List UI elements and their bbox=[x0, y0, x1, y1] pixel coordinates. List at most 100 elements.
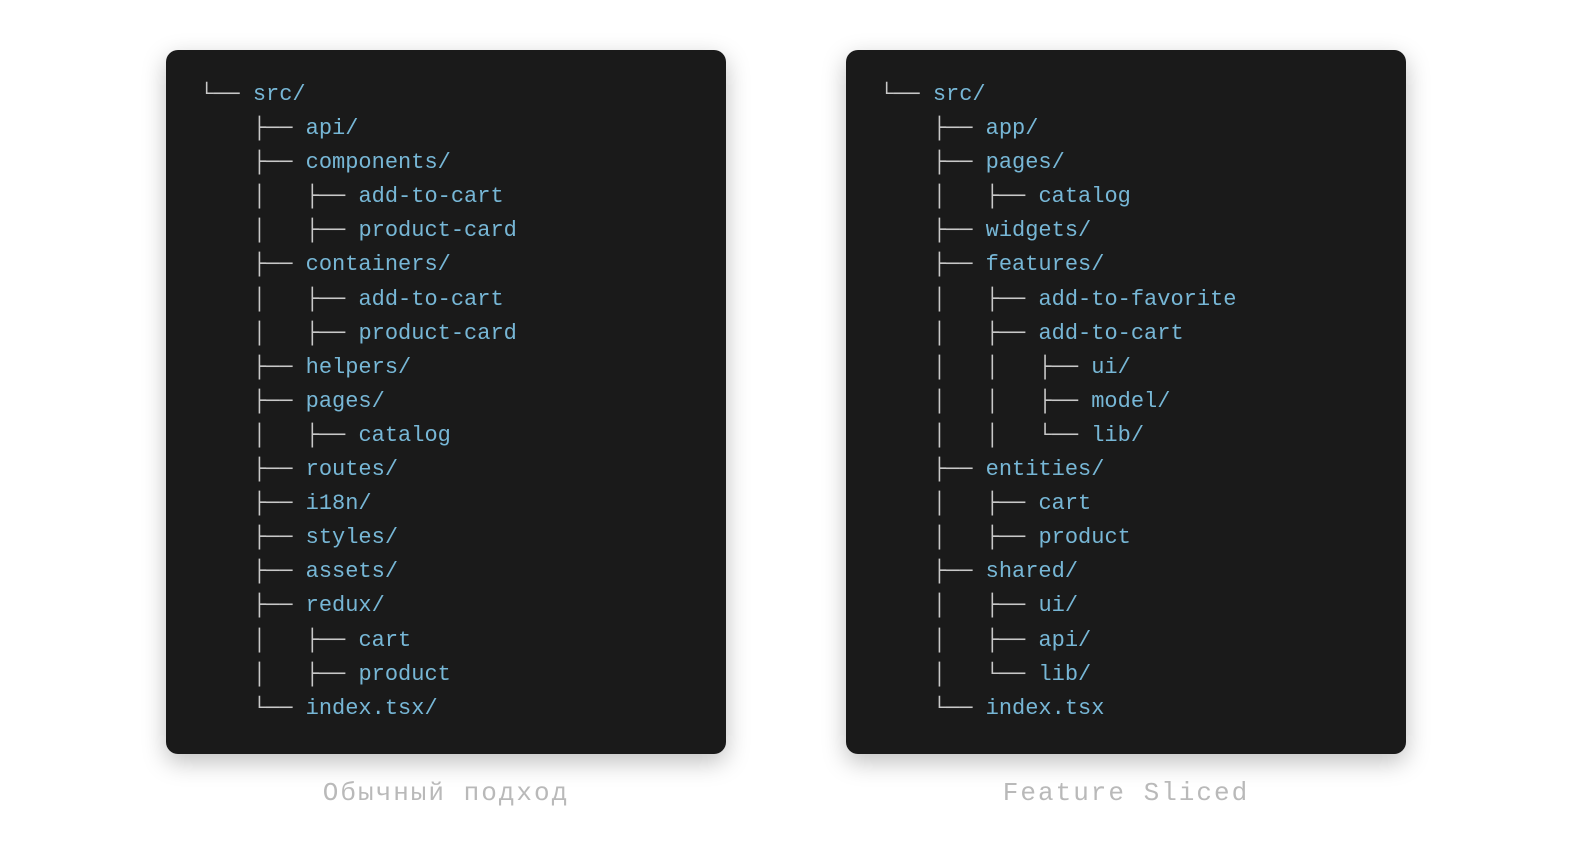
tree-item-name: ui/ bbox=[1091, 355, 1131, 380]
tree-line: │ └── lib/ bbox=[880, 658, 1372, 692]
tree-glyph: │ │ ├── bbox=[880, 389, 1091, 414]
tree-item-name: api/ bbox=[306, 116, 359, 141]
tree-line: └── index.tsx bbox=[880, 692, 1372, 726]
tree-line: ├── app/ bbox=[880, 112, 1372, 146]
tree-glyph: ├── bbox=[880, 559, 986, 584]
tree-glyph: │ ├── bbox=[880, 491, 1038, 516]
tree-glyph: │ ├── bbox=[200, 287, 358, 312]
tree-item-name: src/ bbox=[933, 82, 986, 107]
tree-glyph: │ ├── bbox=[200, 423, 358, 448]
tree-line: ├── api/ bbox=[200, 112, 692, 146]
tree-glyph: ├── bbox=[880, 116, 986, 141]
tree-item-name: lib/ bbox=[1091, 423, 1144, 448]
tree-line: │ ├── cart bbox=[880, 487, 1372, 521]
tree-item-name: styles/ bbox=[306, 525, 398, 550]
tree-item-name: routes/ bbox=[306, 457, 398, 482]
tree-item-name: shared/ bbox=[986, 559, 1078, 584]
tree-glyph: ├── bbox=[200, 593, 306, 618]
tree-line: ├── shared/ bbox=[880, 555, 1372, 589]
tree-glyph: ├── bbox=[880, 150, 986, 175]
tree-line: │ ├── api/ bbox=[880, 624, 1372, 658]
tree-line: ├── helpers/ bbox=[200, 351, 692, 385]
tree-line: │ ├── add-to-cart bbox=[200, 180, 692, 214]
tree-item-name: api/ bbox=[1038, 628, 1091, 653]
tree-item-name: pages/ bbox=[986, 150, 1065, 175]
tree-item-name: components/ bbox=[306, 150, 451, 175]
tree-item-name: index.tsx bbox=[986, 696, 1105, 721]
tree-item-name: cart bbox=[1038, 491, 1091, 516]
tree-item-name: index.tsx/ bbox=[306, 696, 438, 721]
tree-glyph: │ ├── bbox=[880, 628, 1038, 653]
tree-glyph: │ ├── bbox=[200, 184, 358, 209]
tree-line: ├── pages/ bbox=[200, 385, 692, 419]
tree-line: │ ├── add-to-cart bbox=[200, 283, 692, 317]
tree-line: │ ├── add-to-favorite bbox=[880, 283, 1372, 317]
left-tree: └── src/ ├── api/ ├── components/ │ ├── … bbox=[200, 78, 692, 726]
tree-item-name: pages/ bbox=[306, 389, 385, 414]
tree-item-name: product bbox=[358, 662, 450, 687]
tree-item-name: product-card bbox=[358, 321, 516, 346]
tree-glyph: └── bbox=[200, 696, 306, 721]
tree-item-name: catalog bbox=[1038, 184, 1130, 209]
tree-glyph: ├── bbox=[200, 389, 306, 414]
tree-item-name: product bbox=[1038, 525, 1130, 550]
tree-item-name: assets/ bbox=[306, 559, 398, 584]
tree-line: │ ├── cart bbox=[200, 624, 692, 658]
tree-glyph: │ ├── bbox=[200, 321, 358, 346]
tree-glyph: │ ├── bbox=[880, 525, 1038, 550]
tree-line: ├── styles/ bbox=[200, 521, 692, 555]
tree-glyph: ├── bbox=[880, 457, 986, 482]
tree-glyph: ├── bbox=[200, 525, 306, 550]
tree-line: └── src/ bbox=[200, 78, 692, 112]
tree-glyph: │ ├── bbox=[880, 321, 1038, 346]
tree-line: │ ├── catalog bbox=[200, 419, 692, 453]
tree-line: ├── i18n/ bbox=[200, 487, 692, 521]
tree-item-name: add-to-favorite bbox=[1038, 287, 1236, 312]
tree-glyph: ├── bbox=[200, 559, 306, 584]
tree-glyph: │ ├── bbox=[880, 593, 1038, 618]
tree-line: ├── widgets/ bbox=[880, 214, 1372, 248]
tree-line: └── index.tsx/ bbox=[200, 692, 692, 726]
tree-glyph: │ ├── bbox=[200, 662, 358, 687]
tree-glyph: │ │ ├── bbox=[880, 355, 1091, 380]
tree-glyph: ├── bbox=[200, 252, 306, 277]
tree-item-name: cart bbox=[358, 628, 411, 653]
tree-line: ├── assets/ bbox=[200, 555, 692, 589]
tree-glyph: └── bbox=[880, 696, 986, 721]
tree-item-name: redux/ bbox=[306, 593, 385, 618]
tree-line: │ ├── product-card bbox=[200, 214, 692, 248]
tree-item-name: model/ bbox=[1091, 389, 1170, 414]
tree-item-name: app/ bbox=[986, 116, 1039, 141]
tree-item-name: helpers/ bbox=[306, 355, 412, 380]
tree-glyph: └── bbox=[880, 82, 933, 107]
tree-glyph: ├── bbox=[880, 218, 986, 243]
right-caption: Feature Sliced bbox=[1003, 778, 1249, 808]
right-panel: └── src/ ├── app/ ├── pages/ │ ├── catal… bbox=[846, 50, 1406, 754]
tree-item-name: add-to-cart bbox=[1038, 321, 1183, 346]
tree-glyph: ├── bbox=[200, 457, 306, 482]
tree-glyph: │ ├── bbox=[200, 218, 358, 243]
left-panel: └── src/ ├── api/ ├── components/ │ ├── … bbox=[166, 50, 726, 754]
tree-item-name: lib/ bbox=[1038, 662, 1091, 687]
tree-line: │ │ └── lib/ bbox=[880, 419, 1372, 453]
tree-line: │ ├── add-to-cart bbox=[880, 317, 1372, 351]
tree-line: └── src/ bbox=[880, 78, 1372, 112]
tree-item-name: catalog bbox=[358, 423, 450, 448]
right-column: └── src/ ├── app/ ├── pages/ │ ├── catal… bbox=[846, 50, 1406, 808]
tree-line: ├── redux/ bbox=[200, 589, 692, 623]
tree-line: │ ├── product bbox=[880, 521, 1372, 555]
tree-item-name: ui/ bbox=[1038, 593, 1078, 618]
tree-line: │ ├── product-card bbox=[200, 317, 692, 351]
tree-glyph: ├── bbox=[200, 150, 306, 175]
tree-item-name: add-to-cart bbox=[358, 287, 503, 312]
tree-item-name: add-to-cart bbox=[358, 184, 503, 209]
tree-glyph: ├── bbox=[200, 491, 306, 516]
tree-glyph: ├── bbox=[200, 116, 306, 141]
left-column: └── src/ ├── api/ ├── components/ │ ├── … bbox=[166, 50, 726, 808]
tree-line: │ │ ├── model/ bbox=[880, 385, 1372, 419]
tree-item-name: product-card bbox=[358, 218, 516, 243]
tree-line: ├── containers/ bbox=[200, 248, 692, 282]
tree-glyph: ├── bbox=[200, 355, 306, 380]
tree-glyph: │ ├── bbox=[880, 287, 1038, 312]
tree-glyph: │ ├── bbox=[200, 628, 358, 653]
